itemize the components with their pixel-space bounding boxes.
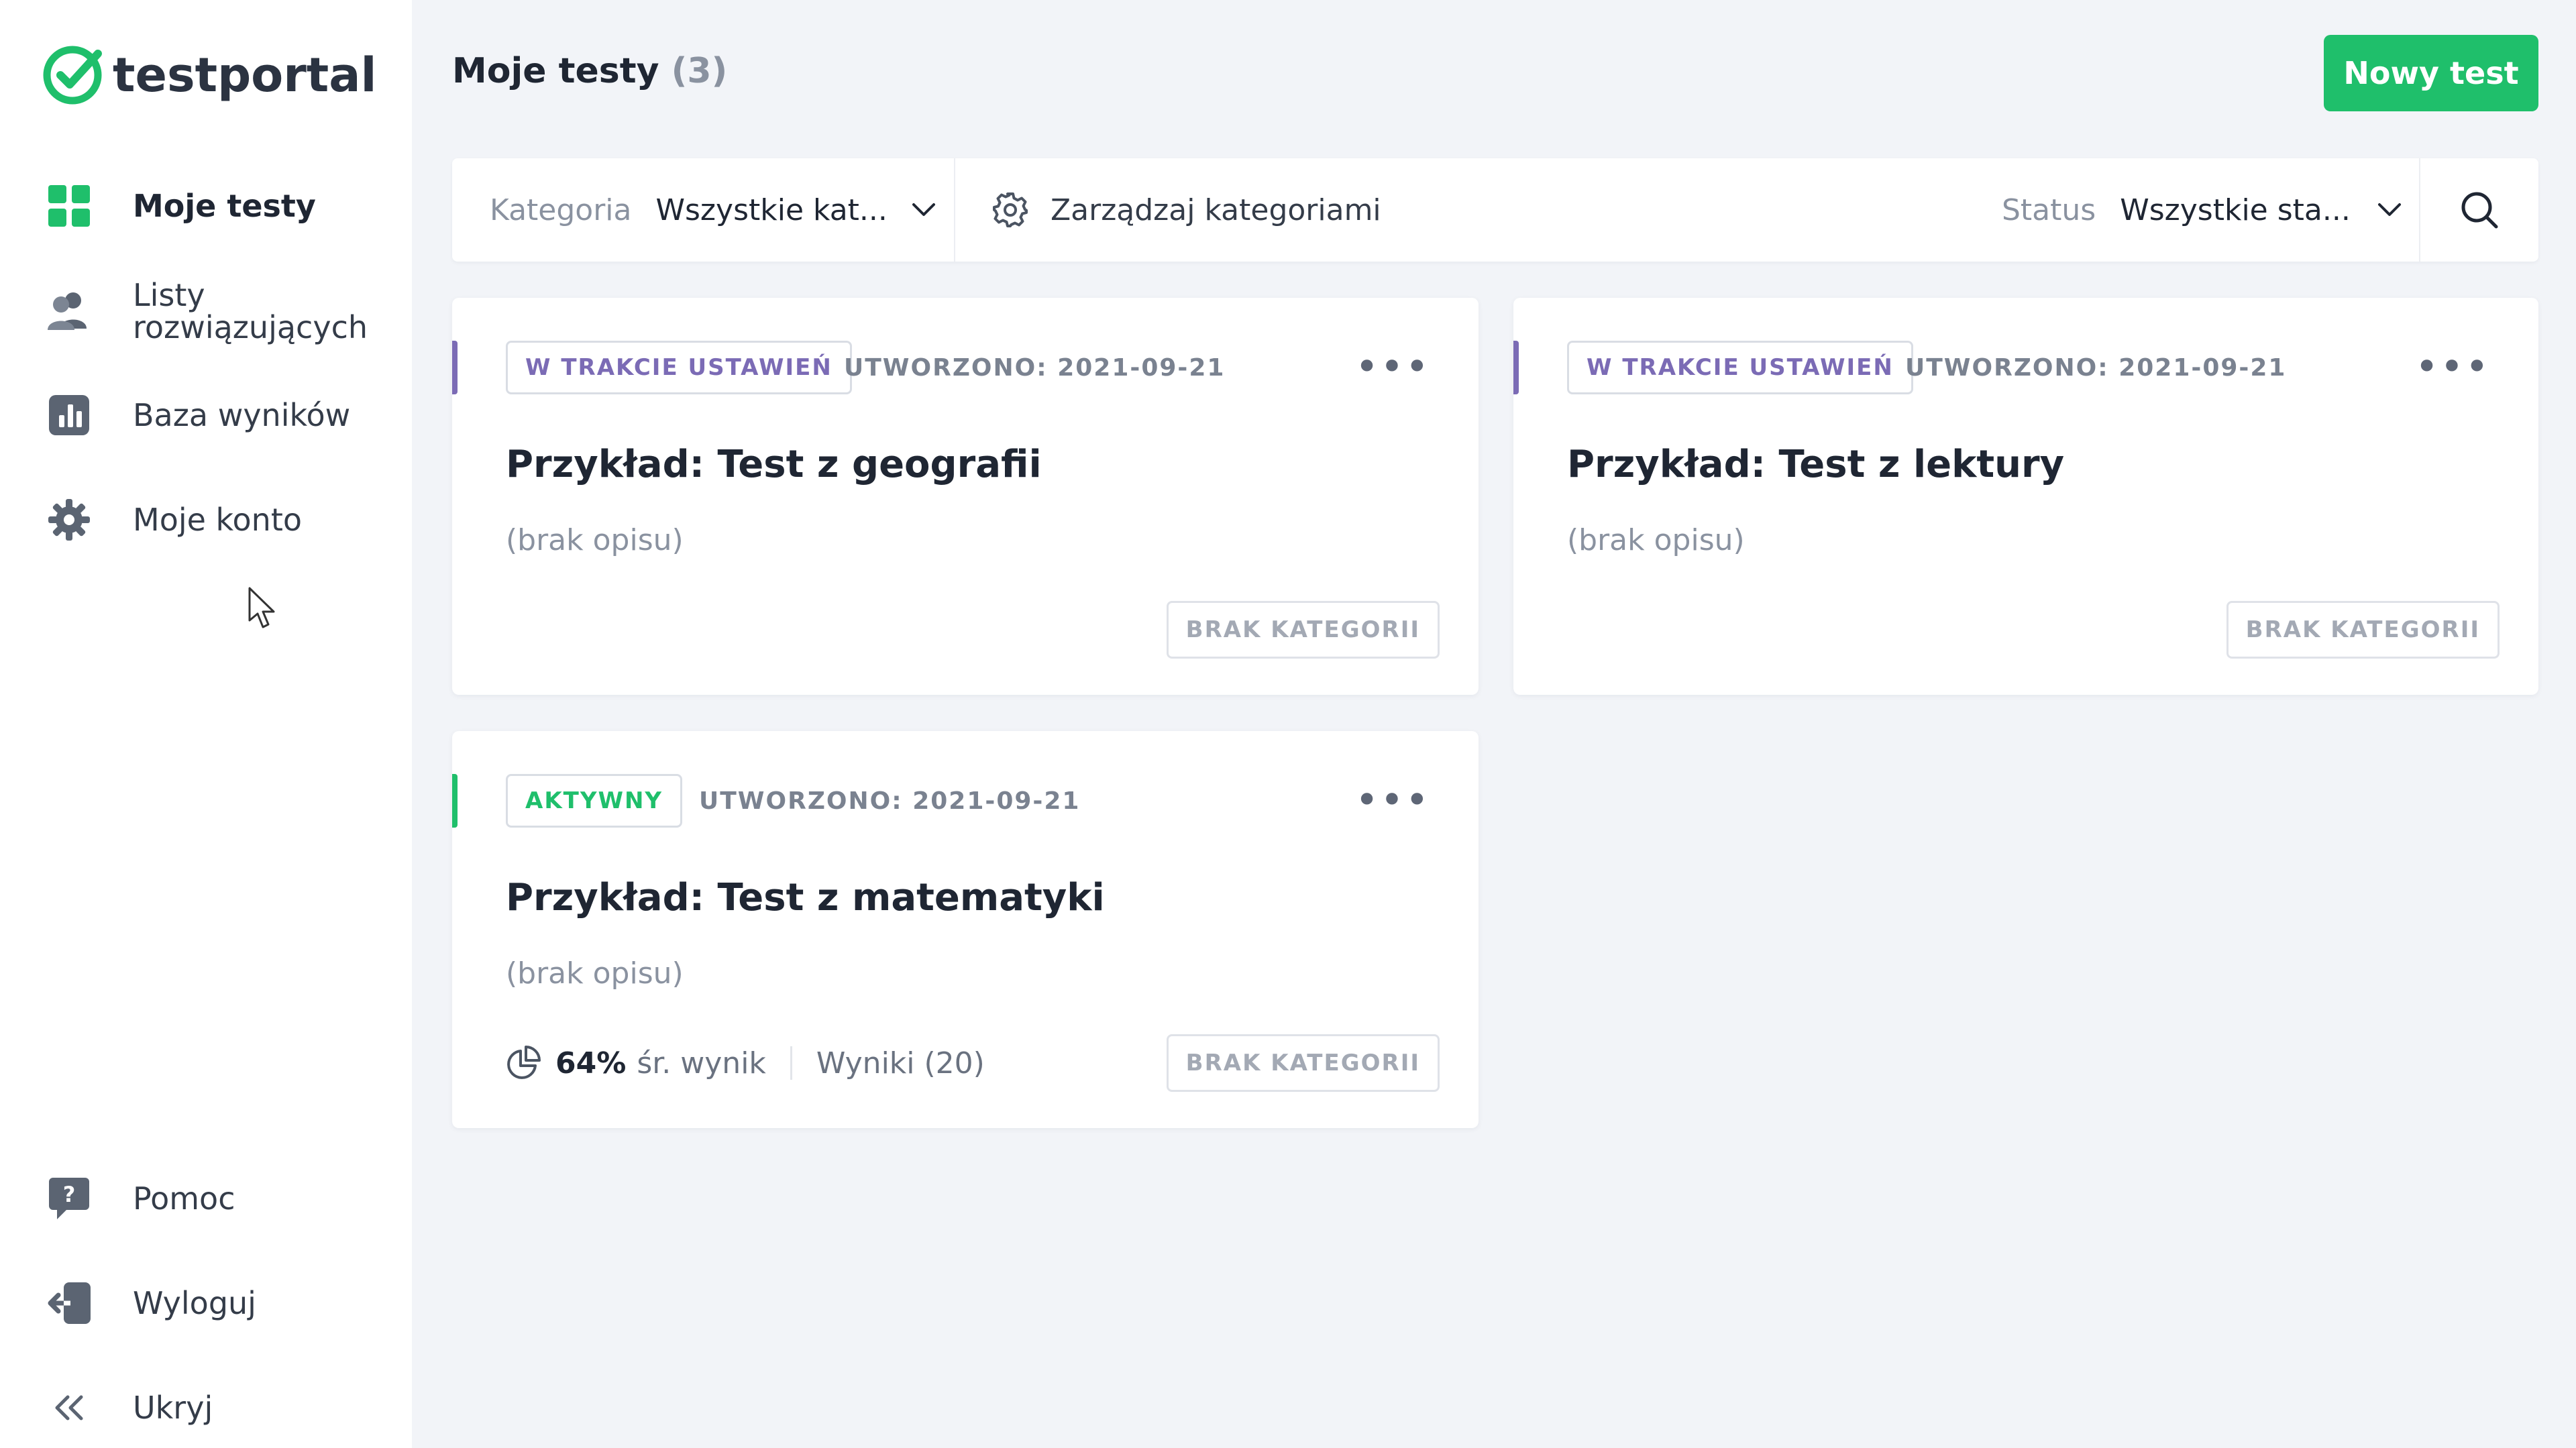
sidebar-item-label: Moje konto — [133, 502, 303, 538]
test-description: (brak opisu) — [1567, 523, 1745, 557]
sidebar-item-label-line2: rozwiązujących — [133, 309, 368, 345]
test-description: (brak opisu) — [506, 956, 684, 991]
status-filter[interactable]: Status Wszystkie sta... — [2002, 158, 2402, 262]
test-card[interactable]: W TRAKCIE USTAWIEŃ UTWORZONO: 2021-09-21… — [1513, 298, 2538, 695]
sidebar-item-my-tests[interactable]: Moje testy — [47, 184, 316, 228]
logo-check-icon — [43, 46, 102, 105]
category-badge: BRAK KATEGORII — [1166, 601, 1440, 659]
sidebar-item-respondent-lists[interactable]: Listy rozwiązujących — [47, 279, 368, 343]
sidebar: testportal Moje testy Listy rozwiązujący… — [0, 0, 412, 1448]
status-label: Status — [2002, 192, 2096, 227]
sidebar-item-label: Listy rozwiązujących — [133, 279, 368, 343]
divider — [2419, 158, 2420, 262]
test-card[interactable]: AKTYWNY UTWORZONO: 2021-09-21 ••• Przykł… — [452, 731, 1479, 1128]
svg-text:?: ? — [63, 1182, 76, 1207]
settings-icon — [993, 192, 1028, 227]
created-date: UTWORZONO: 2021-09-21 — [844, 353, 1226, 382]
category-badge: BRAK KATEGORII — [2226, 601, 2500, 659]
search-icon[interactable] — [2459, 190, 2500, 230]
sidebar-item-label: Ukryj — [133, 1390, 213, 1426]
average-score-label: śr. wynik — [637, 1046, 766, 1080]
status-badge: W TRAKCIE USTAWIEŃ — [1567, 341, 1913, 394]
sidebar-item-my-account[interactable]: Moje konto — [47, 498, 302, 542]
status-badge: AKTYWNY — [506, 774, 683, 828]
status-select-value[interactable]: Wszystkie sta... — [2120, 193, 2351, 227]
new-test-button[interactable]: Nowy test — [2324, 35, 2538, 111]
page-title: Moje testy (3) — [452, 51, 727, 91]
sidebar-item-label: Baza wyników — [133, 397, 351, 433]
status-badge: W TRAKCIE USTAWIEŃ — [506, 341, 852, 394]
page-title-text: Moje testy — [452, 51, 659, 91]
sidebar-item-results-base[interactable]: Baza wyników — [47, 393, 350, 437]
chart-icon — [47, 393, 91, 437]
gear-icon — [47, 498, 91, 542]
sidebar-item-help[interactable]: ? Pomoc — [47, 1176, 235, 1221]
category-badge: BRAK KATEGORII — [1166, 1034, 1440, 1092]
chevron-down-icon[interactable] — [2377, 203, 2402, 217]
manage-categories-label: Zarządzaj kategoriami — [1051, 192, 1381, 227]
test-title[interactable]: Przykład: Test z lektury — [1567, 443, 2064, 486]
search-button[interactable] — [2459, 158, 2500, 262]
test-stats: 64% śr. wynik Wyniki (20) — [506, 1034, 985, 1092]
sidebar-item-label-line1: Listy — [133, 277, 205, 313]
divider — [954, 158, 955, 262]
more-options-icon[interactable]: ••• — [2415, 347, 2490, 387]
grid-icon — [47, 184, 91, 228]
manage-categories-button[interactable]: Zarządzaj kategoriami — [991, 158, 1381, 262]
status-accent-bar — [1513, 341, 1519, 394]
test-card[interactable]: W TRAKCIE USTAWIEŃ UTWORZONO: 2021-09-21… — [452, 298, 1479, 695]
category-select-value[interactable]: Wszystkie kat... — [656, 193, 888, 227]
logout-icon — [47, 1281, 91, 1325]
test-title[interactable]: Przykład: Test z geografii — [506, 443, 1042, 486]
chevron-down-icon[interactable] — [912, 203, 936, 217]
sidebar-item-label: Pomoc — [133, 1180, 235, 1217]
more-options-icon[interactable]: ••• — [1355, 780, 1430, 820]
status-accent-bar — [452, 774, 458, 828]
test-title[interactable]: Przykład: Test z matematyki — [506, 876, 1105, 920]
pie-chart-icon — [507, 1046, 541, 1079]
collapse-icon — [47, 1386, 91, 1430]
sidebar-item-label: Wyloguj — [133, 1285, 256, 1321]
sidebar-item-collapse[interactable]: Ukryj — [47, 1386, 213, 1430]
divider — [790, 1046, 792, 1080]
average-score: 64% — [555, 1046, 627, 1080]
created-date: UTWORZONO: 2021-09-21 — [1905, 353, 2287, 382]
app-name: testportal — [113, 48, 377, 103]
test-count: (3) — [671, 51, 728, 91]
app-logo[interactable]: testportal — [40, 43, 376, 107]
help-icon: ? — [47, 1176, 91, 1221]
created-date: UTWORZONO: 2021-09-21 — [699, 787, 1081, 815]
users-icon — [47, 289, 91, 333]
mouse-cursor-icon — [248, 587, 275, 628]
results-link[interactable]: Wyniki (20) — [816, 1046, 985, 1080]
status-accent-bar — [452, 341, 458, 394]
test-description: (brak opisu) — [506, 523, 684, 557]
sidebar-item-label: Moje testy — [133, 188, 316, 224]
sidebar-item-logout[interactable]: Wyloguj — [47, 1281, 256, 1325]
category-filter[interactable]: Kategoria Wszystkie kat... — [490, 158, 936, 262]
more-options-icon[interactable]: ••• — [1355, 347, 1430, 387]
filter-bar: Kategoria Wszystkie kat... Zarządzaj kat… — [452, 158, 2538, 262]
category-label: Kategoria — [490, 192, 632, 227]
